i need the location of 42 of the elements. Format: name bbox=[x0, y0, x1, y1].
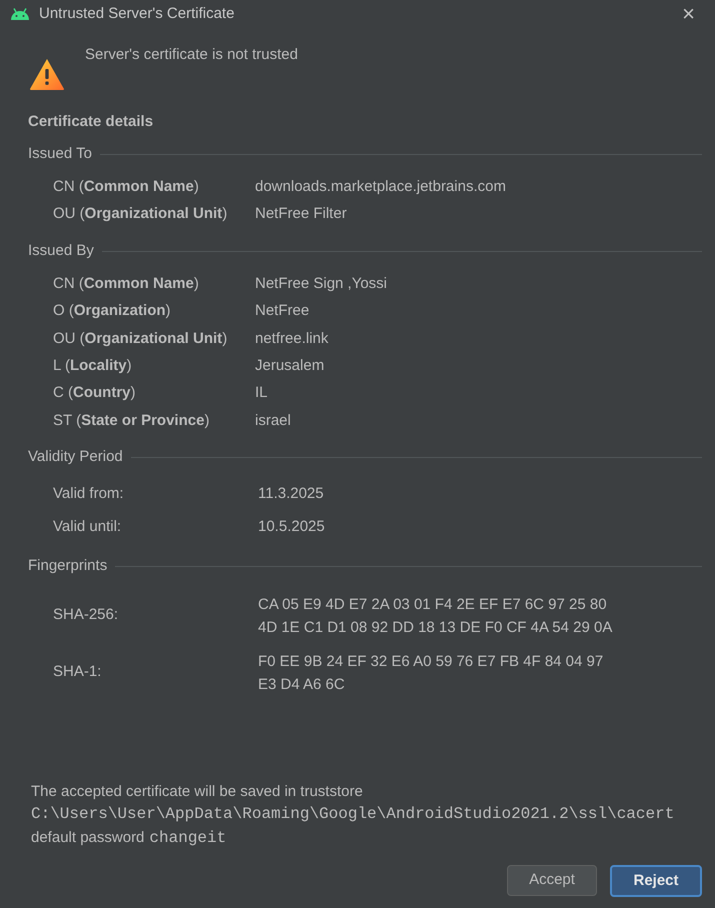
field-label: CN (Common Name) bbox=[53, 274, 200, 294]
section-title: Fingerprints bbox=[28, 556, 108, 576]
field-label: Valid until: bbox=[53, 516, 122, 537]
accept-button[interactable]: Accept bbox=[507, 865, 597, 896]
field-label: O (Organization) bbox=[53, 301, 172, 322]
truststore-path: C:\Users\User\AppData\Roaming\Google\AndroidStudio2021.2\ssl\cacert bbox=[31, 804, 676, 825]
field-value: IL bbox=[255, 383, 268, 404]
field-value: 11.3.2025 bbox=[258, 484, 324, 504]
field-value: NetFree Filter bbox=[255, 204, 347, 224]
field-label: Valid from: bbox=[53, 484, 125, 504]
warning-icon bbox=[29, 58, 65, 91]
window-title: Untrusted Server's Certificate bbox=[39, 4, 236, 24]
truststore-note: The accepted certificate will be saved in truststore bbox=[31, 782, 364, 802]
field-label: L (Locality) bbox=[53, 356, 133, 376]
field-value: downloads.marketplace.jetbrains.com bbox=[255, 176, 506, 197]
section-title: Validity Period bbox=[28, 447, 123, 468]
field-label: OU (Organizational Unit) bbox=[53, 328, 228, 348]
password-label: default password bbox=[31, 828, 144, 848]
fingerprint-line: 4D 1E C1 D1 08 92 DD 18 13 DE F0 CF 4A 54 29 0A bbox=[258, 618, 612, 638]
field-label: OU (Organizational Unit) bbox=[53, 204, 228, 224]
field-value: NetFree bbox=[255, 301, 310, 322]
section-title: Issued By bbox=[28, 241, 94, 262]
field-label: CN (Common Name) bbox=[53, 176, 200, 197]
field-value: 10.5.2025 bbox=[258, 516, 325, 537]
field-value: Jerusalem bbox=[255, 356, 324, 376]
field-label: C (Country) bbox=[53, 383, 136, 404]
reject-button[interactable]: Reject bbox=[610, 865, 702, 897]
fingerprint-line: E3 D4 A6 6C bbox=[258, 674, 346, 695]
close-button[interactable]: × bbox=[682, 3, 695, 25]
field-value: netfree.link bbox=[255, 328, 328, 348]
details-title: Certificate details bbox=[28, 112, 154, 132]
warning-message: Server's certificate is not trusted bbox=[85, 45, 298, 65]
default-password: changeit bbox=[149, 828, 226, 849]
field-label: ST (State or Province) bbox=[53, 410, 210, 431]
android-icon bbox=[10, 8, 30, 20]
field-label: SHA-256: bbox=[53, 605, 120, 626]
field-value: NetFree Sign ,Yossi bbox=[255, 274, 388, 294]
field-value: israel bbox=[255, 410, 291, 431]
field-label: SHA-1: bbox=[53, 662, 102, 682]
section-title: Issued To bbox=[28, 144, 92, 164]
fingerprint-line: F0 EE 9B 24 EF 32 E6 A0 59 76 E7 FB 4F 84 04 97 bbox=[258, 652, 604, 672]
fingerprint-line: CA 05 E9 4D E7 2A 03 01 F4 2E EF E7 6C 97 25 80 bbox=[258, 594, 608, 615]
